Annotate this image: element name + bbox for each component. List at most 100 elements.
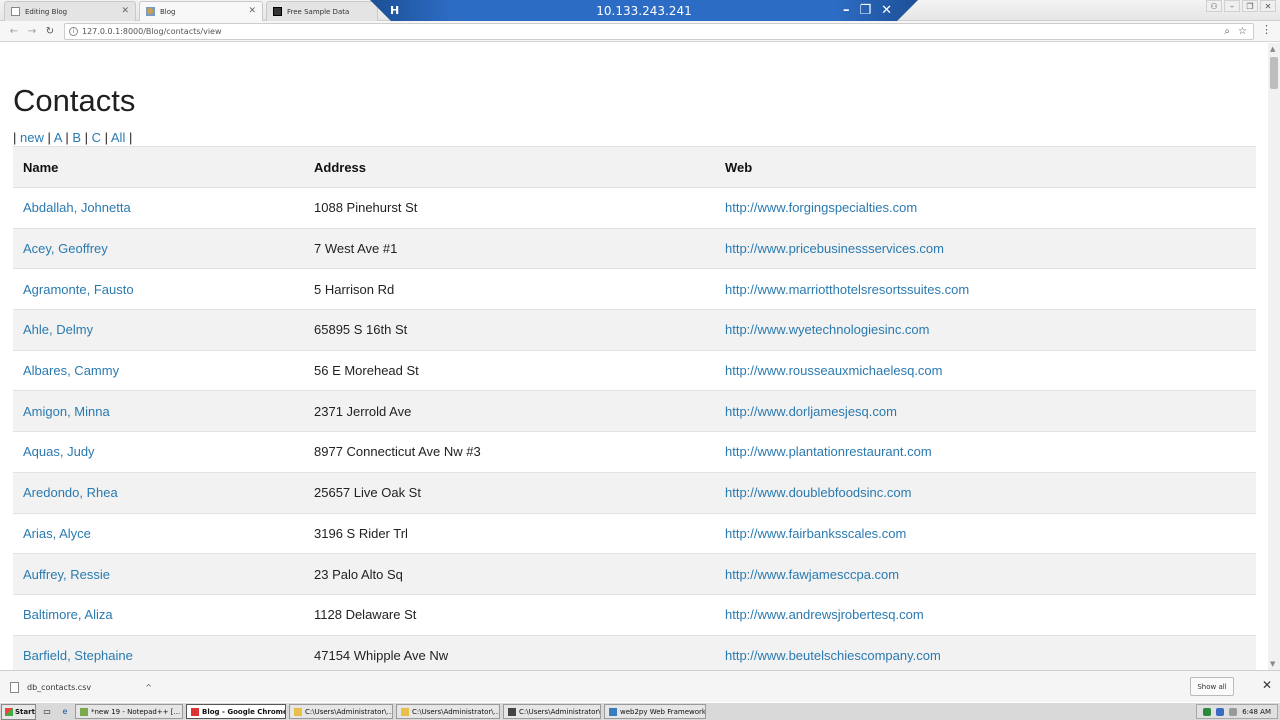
close-icon[interactable]: ✕ (1262, 678, 1272, 692)
rdp-restore-icon[interactable]: ❐ (859, 3, 871, 18)
contact-web-link[interactable]: http://www.beutelschiescompany.com (725, 648, 941, 663)
chrome-menu-icon[interactable]: ⋮ (1261, 23, 1272, 36)
contact-address-cell: 23 Palo Alto Sq (304, 553, 715, 595)
address-bar[interactable]: i 127.0.0.1:8000/Blog/contacts/view ⌕ ☆ (64, 23, 1254, 40)
task-buttons: *new 19 - Notepad++ [... Blog - Google Ch… (72, 704, 706, 719)
filter-c-link[interactable]: C (92, 130, 101, 145)
contact-web-link[interactable]: http://www.dorljamesjesq.com (725, 404, 897, 419)
contact-name-link[interactable]: Baltimore, Aliza (23, 607, 113, 622)
scroll-down-icon[interactable]: ▼ (1270, 660, 1275, 668)
window-controls: ⚇ – ❐ ✕ (1206, 0, 1276, 12)
contact-name-link[interactable]: Abdallah, Johnetta (23, 200, 131, 215)
close-icon[interactable]: ✕ (248, 7, 256, 16)
contact-name-link[interactable]: Arias, Alyce (23, 526, 91, 541)
info-icon[interactable]: i (69, 27, 78, 36)
flag-icon[interactable] (1229, 707, 1238, 716)
minimize-icon[interactable]: – (1224, 0, 1240, 12)
taskbar-button[interactable]: C:\Users\Administrator\... (289, 704, 393, 719)
blog-favicon-icon (146, 7, 155, 16)
table-row: Acey, Geoffrey 7 West Ave #1 http://www.pr… (13, 227, 1256, 269)
contact-name-cell: Albares, Cammy (13, 349, 304, 391)
contact-name-link[interactable]: Ahle, Delmy (23, 322, 93, 337)
taskbar-button-label: *new 19 - Notepad++ [... (91, 707, 181, 716)
taskbar-button[interactable]: web2py Web Framework (604, 704, 706, 719)
taskbar-button[interactable]: *new 19 - Notepad++ [... (75, 704, 183, 719)
app-icon (401, 707, 409, 716)
remote-ip: 10.133.243.241 (596, 4, 692, 18)
contact-web-link[interactable]: http://www.fawjamesccpa.com (725, 567, 899, 582)
forward-arrow-icon[interactable]: → (23, 26, 41, 37)
taskbar-button[interactable]: Blog - Google Chrome (186, 704, 286, 719)
bookmark-star-icon[interactable]: ☆ (1238, 26, 1247, 37)
download-shelf: db_contacts.csv ^ Show all ✕ (0, 670, 1280, 702)
tab-free-sample-data[interactable]: Free Sample Data (266, 1, 378, 21)
table-row: Barfield, Stephaine 47154 Whipple Ave Nw h… (13, 634, 1256, 670)
taskbar-button[interactable]: C:\Users\Administrator\... (503, 704, 601, 719)
contact-name-link[interactable]: Auffrey, Ressie (23, 567, 110, 582)
contact-address-cell: 2371 Jerrold Ave (304, 390, 715, 432)
scroll-up-icon[interactable]: ▲ (1270, 45, 1275, 53)
filter-new-link[interactable]: new (20, 130, 44, 145)
user-icon[interactable]: ⚇ (1206, 0, 1222, 12)
tab-blog[interactable]: Blog ✕ (139, 1, 263, 21)
clock[interactable]: 6:48 AM (1242, 708, 1271, 716)
page-scrollbar[interactable]: ▲ ▼ (1268, 43, 1280, 670)
column-header-name: Name (13, 146, 304, 188)
contact-web-link[interactable]: http://www.marriotthotelsresortssuites.c… (725, 282, 969, 297)
column-header-address: Address (304, 146, 715, 188)
document-icon (11, 7, 20, 16)
reload-icon[interactable]: ↻ (41, 26, 59, 37)
contact-web-link[interactable]: http://www.rousseauxmichaelesq.com (725, 363, 942, 378)
rdp-close-icon[interactable]: ✕ (881, 3, 892, 18)
filter-all-link[interactable]: All (111, 130, 125, 145)
table-row: Abdallah, Johnetta 1088 Pinehurst St http:… (13, 187, 1256, 229)
file-icon (10, 681, 19, 693)
filter-b-link[interactable]: B (72, 130, 81, 145)
table-row: Albares, Cammy 56 E Morehead St http://www… (13, 349, 1256, 391)
contact-name-link[interactable]: Acey, Geoffrey (23, 241, 108, 256)
contact-name-link[interactable]: Aredondo, Rhea (23, 485, 118, 500)
contact-name-cell: Ahle, Delmy (13, 309, 304, 351)
contact-name-link[interactable]: Agramonte, Fausto (23, 282, 134, 297)
filter-a-link[interactable]: A (54, 130, 62, 145)
contact-address-cell: 3196 S Rider Trl (304, 512, 715, 554)
contact-web-link[interactable]: http://www.pricebusinessservices.com (725, 241, 944, 256)
back-arrow-icon[interactable]: ← (5, 26, 23, 37)
contact-web-cell: http://www.dorljamesjesq.com (715, 390, 1256, 432)
close-window-icon[interactable]: ✕ (1260, 0, 1276, 12)
zoom-icon[interactable]: ⌕ (1224, 26, 1230, 37)
taskbar-button-label: C:\Users\Administrator\... (519, 707, 601, 716)
show-desktop-icon[interactable]: ▭ (40, 706, 54, 718)
rdp-minimize-icon[interactable]: – (843, 3, 850, 18)
table-row: Aredondo, Rhea 25657 Live Oak St http://ww… (13, 471, 1256, 513)
chevron-up-icon[interactable]: ^ (145, 683, 152, 692)
start-label: Start (15, 707, 35, 716)
pin-icon[interactable]: H (390, 4, 399, 17)
contact-name-link[interactable]: Amigon, Minna (23, 404, 110, 419)
contact-web-link[interactable]: http://www.fairbanksscales.com (725, 526, 906, 541)
network-icon[interactable] (1203, 707, 1212, 716)
close-icon[interactable]: ✕ (121, 7, 129, 16)
download-filename: db_contacts.csv (27, 682, 92, 692)
taskbar-button[interactable]: C:\Users\Administrator\... (396, 704, 500, 719)
contact-web-cell: http://www.pricebusinessservices.com (715, 227, 1256, 269)
contact-name-link[interactable]: Barfield, Stephaine (23, 648, 133, 663)
volume-icon[interactable] (1216, 707, 1225, 716)
contact-web-cell: http://www.fairbanksscales.com (715, 512, 1256, 554)
tab-editing-blog[interactable]: Editing Blog ✕ (4, 1, 136, 21)
contacts-table: Name Address Web Abdallah, Johnetta 1088 … (13, 146, 1256, 670)
contact-web-link[interactable]: http://www.andrewsjrobertesq.com (725, 607, 924, 622)
contact-web-link[interactable]: http://www.wyetechnologiesinc.com (725, 322, 929, 337)
download-item[interactable]: db_contacts.csv ^ (10, 675, 152, 699)
contact-name-link[interactable]: Aquas, Judy (23, 444, 95, 459)
contact-name-cell: Agramonte, Fausto (13, 268, 304, 310)
ie-icon[interactable]: e (58, 706, 72, 718)
contact-web-link[interactable]: http://www.forgingspecialties.com (725, 200, 917, 215)
contact-web-link[interactable]: http://www.plantationrestaurant.com (725, 444, 932, 459)
start-button[interactable]: Start (1, 703, 36, 720)
contact-name-link[interactable]: Albares, Cammy (23, 363, 119, 378)
scrollbar-thumb[interactable] (1270, 57, 1278, 89)
contact-web-link[interactable]: http://www.doublebfoodsinc.com (725, 485, 911, 500)
restore-icon[interactable]: ❐ (1242, 0, 1258, 12)
show-all-button[interactable]: Show all (1190, 677, 1234, 696)
